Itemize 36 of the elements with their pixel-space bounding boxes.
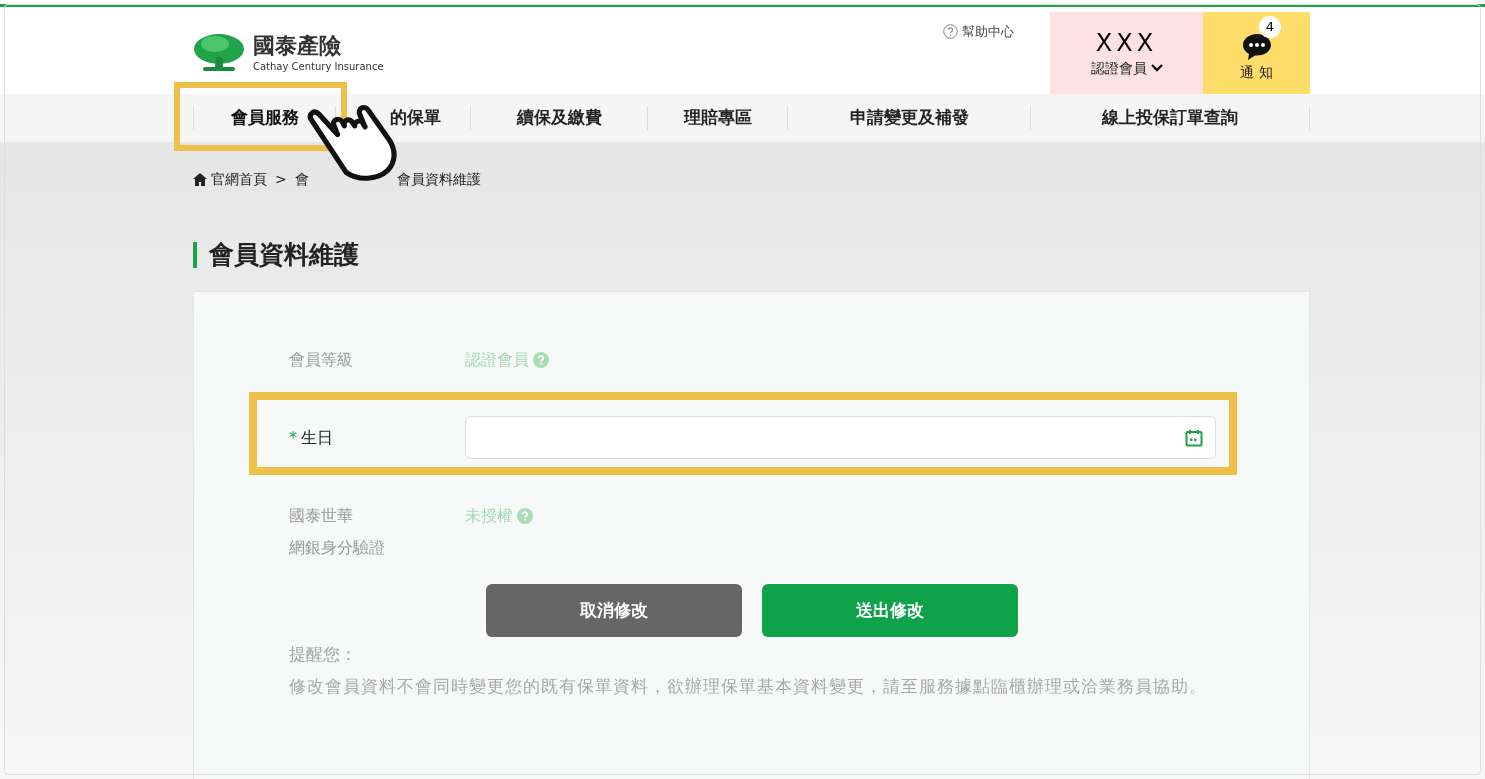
reminder-text: 修改會員資料不會同時變更您的既有保單資料，欲辦理保單基本資料變更，請至服務據點臨櫃辦理或洽業務員協助。 xyxy=(289,675,1208,698)
logo-subtitle: Cathay Century Insurance xyxy=(253,60,384,75)
notification-button[interactable]: 4 通 知 xyxy=(1203,12,1310,94)
breadcrumb-link[interactable]: 會 xyxy=(294,169,309,190)
nav-tab[interactable]: 理賠專區 xyxy=(648,94,787,142)
reminder-title: 提醒您： xyxy=(289,643,358,666)
breadcrumb-current: 會員資料維護 xyxy=(396,170,481,189)
nav-tab[interactable]: 續保及繳費 xyxy=(471,94,647,142)
chevron-down-icon xyxy=(1150,64,1163,72)
member-level: 認證會員 xyxy=(1090,58,1147,78)
tree-logo-icon xyxy=(193,33,245,73)
field-label: 網銀身分驗證 xyxy=(289,537,386,559)
field-label: 國泰世華 xyxy=(289,505,354,527)
logo-title: 國泰產險 xyxy=(253,31,342,60)
field-label: * 生日 xyxy=(289,426,334,449)
notification-badge: 4 xyxy=(1259,16,1281,38)
breadcrumb-link[interactable]: 官網首頁 xyxy=(211,169,267,190)
nav-tab[interactable]: 申請變更及補發 xyxy=(788,94,1030,142)
help-icon[interactable] xyxy=(517,508,533,524)
breadcrumb-separator: > xyxy=(275,170,287,189)
field-value: 認證會員 xyxy=(465,349,529,371)
home-icon xyxy=(193,173,207,186)
calendar-icon[interactable] xyxy=(1185,428,1203,447)
field-label: 會員等級 xyxy=(289,349,354,371)
nav-tab[interactable]: 線上投保訂單查詢 xyxy=(1031,94,1309,142)
page-title: 會員資料維護 xyxy=(209,239,359,272)
help-icon[interactable] xyxy=(533,352,549,368)
cancel-button[interactable]: 取消修改 xyxy=(486,584,742,637)
notification-label: 通 知 xyxy=(1240,62,1273,82)
member-menu[interactable]: XXX 認證會員 xyxy=(1050,12,1203,94)
member-name: XXX xyxy=(1095,27,1158,58)
field-value: 未授權 xyxy=(465,505,513,527)
help-center-link[interactable]: 幫助中心 xyxy=(943,22,1014,42)
question-icon xyxy=(943,24,958,40)
chat-bubble-icon xyxy=(1240,31,1273,62)
date-input-field[interactable] xyxy=(465,416,1216,459)
